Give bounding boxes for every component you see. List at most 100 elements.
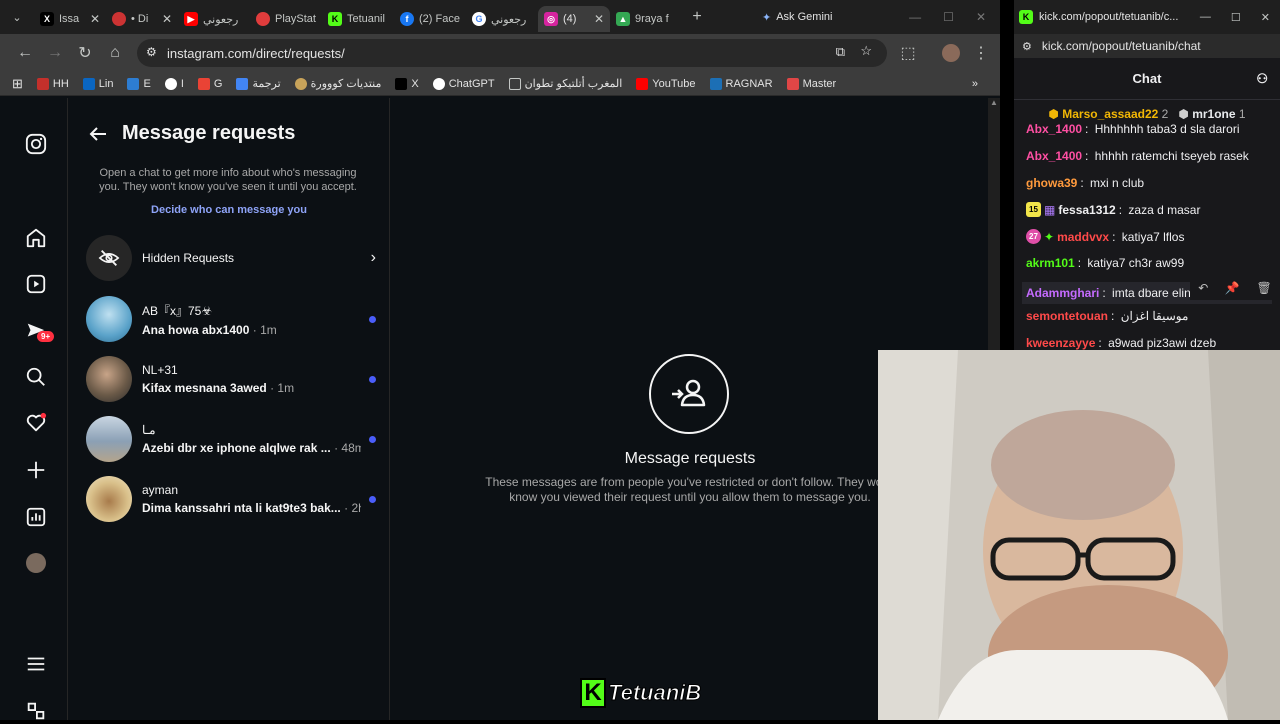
scroll-up-icon[interactable]: ▲ [988,98,1000,107]
tab-search-icon[interactable]: ⌄ [0,2,34,32]
chat-username[interactable]: ghowa39 [1026,176,1077,190]
chat-username[interactable]: Abx_1400 [1026,124,1082,136]
bookmark-item[interactable]: منتديات كووورة [294,77,381,90]
tab-4[interactable]: K Tetuanil [322,6,394,32]
apps-grid-icon[interactable]: ⊞ [12,76,23,92]
bookmark-item[interactable]: المغرب أتلتيكو تطوان [508,77,622,90]
bookmark-item[interactable]: RAGNAR [709,77,773,90]
chat-username[interactable]: fessa1312 [1058,203,1115,217]
tab-label: PlayStat [275,13,316,25]
back-arrow-icon[interactable] [86,122,110,146]
address-bar[interactable]: ⚙ instagram.com/direct/requests/ ⧉ ☆ [137,39,887,67]
request-row[interactable]: مـا Azebi dbr xe iphone alqlwe rak ... · … [86,414,376,464]
close-window-icon[interactable]: ✕ [976,10,986,24]
chat-username[interactable]: semontetouan [1026,309,1108,323]
also-from-meta-icon[interactable] [23,698,49,724]
sender-name: AB『x』75☣ [142,303,213,318]
close-tab-icon[interactable]: ✕ [90,12,100,26]
url-text: instagram.com/direct/requests/ [167,45,345,61]
request-row[interactable]: AB『x』75☣ Ana howa abx1400 · 1m [86,294,376,344]
chat-username[interactable]: Abx_1400 [1026,149,1082,163]
delete-icon[interactable]: 🗑 [1256,281,1271,295]
site-info-icon[interactable]: ⚙ [146,45,157,59]
back-nav-icon[interactable]: ← [10,38,40,68]
minimize-icon[interactable]: — [909,10,921,24]
bookmark-star-icon[interactable]: ☆ [860,43,872,59]
chat-message[interactable]: ghowa39: mxi n club [1026,176,1144,190]
request-row[interactable]: ayman Dima kanssahri nta li kat9te3 bak..… [86,474,376,524]
chat-username[interactable]: maddvvx [1057,230,1109,244]
close-window-icon[interactable]: ✕ [1261,11,1270,24]
users-icon[interactable]: ⚇ [1256,58,1268,100]
tab-8[interactable]: ▲ 9raya f [610,6,682,32]
tab-6[interactable]: G رجعوني [466,6,538,32]
reload-icon[interactable]: ↻ [70,38,100,68]
home-icon[interactable]: ⌂ [100,38,130,68]
leader-entry[interactable]: ⬢ Marso_assaad22 2 [1048,107,1168,121]
chat-username[interactable]: Adammghari [1026,286,1099,300]
bookmark-item[interactable]: ChatGPT [432,77,495,90]
search-icon[interactable] [23,364,49,390]
messages-icon[interactable]: 9+ [23,318,55,344]
gemini-icon: ✦ [762,11,772,24]
chat-message[interactable]: Abx_1400: Hhhhhhh taba3 d sla darori [1026,124,1240,136]
new-tab-icon[interactable]: + [682,2,712,32]
bookmark-item[interactable]: ترجمة [236,77,281,90]
chat-text: katiya7 ch3r aw99 [1087,256,1185,270]
decide-who-link[interactable]: Decide who can message you [68,204,390,216]
chat-message[interactable]: 27 ✦ maddvvx: katiya7 lflos [1026,229,1184,244]
pin-icon[interactable]: 📌 [1225,281,1240,295]
menu-kebab-icon[interactable]: ⋮ [966,38,996,68]
bookmark-item[interactable]: Master [786,77,836,90]
chat-message[interactable]: semontetouan: موسيقا اغزان [1026,309,1188,323]
tab-0[interactable]: X Issa ✕ [34,6,106,32]
ask-gemini-button[interactable]: ✦ Ask Gemini [762,11,832,24]
bookmark-item[interactable]: I [164,77,184,90]
chat-username[interactable]: akrm101 [1026,256,1075,270]
maximize-icon[interactable]: ☐ [1231,11,1241,24]
tab-5[interactable]: f (2) Face [394,6,466,32]
request-row[interactable]: NL+31 Kifax mesnana 3awed · 1m [86,354,376,404]
more-menu-icon[interactable] [23,651,49,677]
hidden-requests-row[interactable]: Hidden Requests › [86,235,376,281]
profile-avatar[interactable] [942,44,960,62]
bookmark-item[interactable]: YouTube [636,77,696,90]
tab-2[interactable]: ▶ رجعوني [178,6,250,32]
tab-7[interactable]: ◎ (4) ✕ [538,6,610,32]
home-icon[interactable] [23,225,49,251]
close-tab-icon[interactable]: ✕ [162,12,172,26]
chat-message[interactable]: 15 ▦ fessa1312: zaza d masar [1026,202,1200,217]
bookmark-item[interactable]: X [395,77,419,90]
maximize-icon[interactable]: ☐ [943,10,954,24]
chat-message[interactable]: kweenzayye: a9wad piz3awi dzeb [1026,336,1216,350]
minimize-icon[interactable]: — [1200,11,1211,24]
extensions-icon[interactable]: ⬚ [893,38,923,68]
notifications-heart-icon[interactable] [23,410,49,436]
chat-username[interactable]: kweenzayye [1026,336,1095,350]
forward-nav-icon[interactable]: → [40,38,70,68]
bookmark-label: I [180,77,184,90]
profile-avatar[interactable] [23,550,49,576]
chat-message[interactable]: Abx_1400: hhhhh ratemchi tseyeb rasek [1026,149,1249,163]
bookmarks-bar: ⊞ HH Lin E I G ترجمة منتديات كووورة X Ch… [0,72,1000,96]
leader-entry[interactable]: ⬢ mr1one 1 [1178,107,1245,121]
install-icon[interactable]: ⧉ [836,44,845,60]
message-time: · 1m [252,322,277,337]
chrome-favicon-icon [112,12,126,26]
site-info-icon[interactable]: ⚙ [1022,40,1032,53]
bookmark-item[interactable]: Lin [82,77,113,90]
notification-badge: 9+ [37,331,55,342]
reply-icon[interactable]: ↶ [1198,281,1208,295]
instagram-logo-icon[interactable] [23,131,49,157]
chat-message[interactable]: akrm101: katiya7 ch3r aw99 [1026,256,1184,270]
close-tab-icon[interactable]: ✕ [594,12,604,26]
tab-1[interactable]: • Di ✕ [106,6,178,32]
bookmark-item[interactable]: HH [36,77,69,90]
create-plus-icon[interactable] [23,457,49,483]
bookmark-item[interactable]: E [127,77,151,90]
tab-3[interactable]: PlayStat [250,6,322,32]
bookmark-item[interactable]: G [197,77,222,90]
more-bookmarks-icon[interactable]: » [972,78,1000,90]
reels-icon[interactable] [23,271,49,297]
dashboard-icon[interactable] [23,504,49,530]
